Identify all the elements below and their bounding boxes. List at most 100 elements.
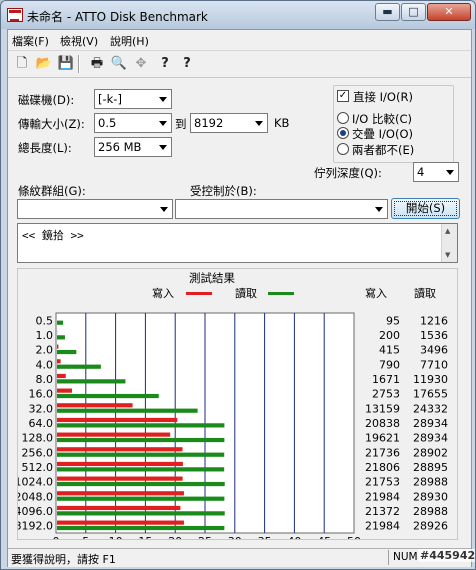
- to-label: 到: [175, 117, 187, 131]
- read-bar: [57, 467, 225, 472]
- write-value: 200: [379, 329, 400, 342]
- chevron-down-icon[interactable]: [157, 202, 170, 216]
- menu-bar: 檔案(F) 檢視(V) 說明(H): [8, 30, 471, 51]
- transfer-from-select[interactable]: 0.5: [94, 113, 172, 133]
- drive-select[interactable]: [-k-]: [94, 89, 172, 109]
- chevron-down-icon[interactable]: [443, 165, 456, 179]
- controlled-by-select[interactable]: [175, 199, 388, 219]
- read-bar: [57, 379, 126, 384]
- read-bar: [57, 481, 225, 487]
- x-tick-label: 0: [53, 535, 60, 539]
- transfer-to-value: 8192: [194, 116, 224, 130]
- read-bar: [57, 349, 77, 355]
- write-value: 95: [386, 314, 400, 327]
- read-value: 7710: [420, 358, 448, 371]
- read-value: 28895: [413, 461, 448, 474]
- results-chart: 測試結果寫入讀取寫入讀取05101520253035404550傳輸速率 - M…: [18, 271, 448, 539]
- description-scrollbar[interactable]: ▲ ▼: [441, 224, 457, 262]
- write-bar: [57, 520, 184, 525]
- queue-depth-value: 4: [417, 165, 425, 179]
- transfer-size-label: 傳輸大小(Z):: [18, 117, 85, 131]
- category-label: 1.0: [36, 329, 54, 342]
- overlapped-io-label: 交疊 I/O(O): [352, 127, 413, 141]
- app-window: 未命名 - ATTO Disk Benchmark ▬ □ ✕ 檔案(F) 檢視…: [0, 0, 476, 570]
- write-bar: [57, 476, 183, 481]
- neither-label: 兩者都不(E): [352, 143, 415, 157]
- category-label: 8.0: [36, 373, 54, 386]
- write-bar: [57, 373, 66, 379]
- new-file-icon[interactable]: 🗋: [13, 55, 31, 73]
- write-bar: [57, 344, 59, 349]
- write-bar: [57, 417, 178, 423]
- toolbar: 🗋 📂 💾 🖶 🔍 ✥ ? ?: [8, 51, 471, 78]
- description-textarea[interactable]: << 鏡拾 >> ▲ ▼: [17, 223, 458, 263]
- category-label: 8192.0: [18, 520, 53, 533]
- read-value: 3496: [420, 344, 448, 357]
- legend-read-swatch: [268, 292, 294, 295]
- write-value: 21736: [365, 446, 400, 459]
- category-label: 2.0: [36, 344, 54, 357]
- read-bar: [57, 437, 225, 443]
- x-tick-label: 5: [82, 535, 89, 539]
- read-value: 28934: [413, 417, 448, 430]
- legend-write-label: 寫入: [152, 286, 174, 300]
- menu-view[interactable]: 檢視(V): [60, 33, 98, 49]
- drive-label: 磁碟機(D):: [18, 93, 75, 107]
- menu-file[interactable]: 檔案(F): [12, 33, 49, 49]
- help-icon[interactable]: ?: [156, 55, 174, 73]
- category-label: 2048.0: [18, 490, 53, 503]
- print-icon[interactable]: 🖶: [88, 55, 106, 73]
- chevron-down-icon[interactable]: [156, 116, 169, 130]
- category-label: 512.0: [22, 461, 54, 474]
- menu-help[interactable]: 說明(H): [110, 33, 149, 49]
- read-value: 28988: [413, 505, 448, 518]
- overlapped-io-radio[interactable]: [337, 127, 349, 139]
- print-preview-icon[interactable]: 🔍: [110, 55, 128, 73]
- chevron-down-icon[interactable]: [156, 140, 169, 154]
- window-title: 未命名 - ATTO Disk Benchmark: [27, 10, 208, 24]
- minimize-button[interactable]: ▬: [375, 3, 400, 21]
- x-tick-label: 20: [168, 535, 182, 539]
- start-button[interactable]: 開始(S): [391, 198, 460, 219]
- write-value: 13159: [365, 402, 400, 415]
- read-bar: [57, 525, 225, 531]
- write-value: 19621: [365, 432, 400, 445]
- write-value: 415: [379, 344, 400, 357]
- category-label: 16.0: [29, 388, 54, 401]
- move-icon[interactable]: ✥: [132, 55, 150, 73]
- maximize-button[interactable]: □: [401, 3, 426, 21]
- drive-value: [-k-]: [98, 92, 122, 106]
- x-tick-label: 45: [317, 535, 331, 539]
- open-folder-icon[interactable]: 📂: [35, 55, 53, 73]
- io-compare-radio[interactable]: [337, 112, 349, 124]
- transfer-to-select[interactable]: 8192: [190, 113, 268, 133]
- save-icon[interactable]: 💾: [57, 55, 75, 73]
- scroll-down-icon[interactable]: ▼: [445, 251, 450, 259]
- x-tick-label: 15: [138, 535, 152, 539]
- write-bar: [57, 461, 183, 467]
- neither-radio[interactable]: [337, 143, 349, 155]
- write-bar: [57, 432, 171, 437]
- category-label: 1024.0: [18, 476, 53, 489]
- queue-depth-select[interactable]: 4: [413, 162, 459, 182]
- total-length-select[interactable]: 256 MB: [94, 137, 172, 157]
- x-tick-label: 40: [287, 535, 301, 539]
- write-value: 21372: [365, 505, 400, 518]
- read-value: 11930: [413, 373, 448, 386]
- close-button[interactable]: ✕: [427, 3, 471, 21]
- category-label: 4.0: [36, 358, 54, 371]
- io-compare-label: I/O 比較(C): [352, 112, 412, 126]
- chevron-down-icon[interactable]: [156, 92, 169, 106]
- read-value: 28930: [413, 490, 448, 503]
- watermark-text: #445942: [418, 549, 476, 562]
- description-text: << 鏡拾 >>: [22, 229, 84, 242]
- pattern-group-select[interactable]: [17, 199, 173, 219]
- scroll-up-icon[interactable]: ▲: [445, 227, 450, 235]
- write-value: 20838: [365, 417, 400, 430]
- title-bar[interactable]: 未命名 - ATTO Disk Benchmark ▬ □ ✕: [1, 1, 475, 29]
- category-label: 4096.0: [18, 505, 53, 518]
- context-help-icon[interactable]: ?: [178, 55, 196, 73]
- chevron-down-icon[interactable]: [252, 116, 265, 130]
- chevron-down-icon[interactable]: [372, 202, 385, 216]
- kb-unit-label: KB: [274, 116, 290, 130]
